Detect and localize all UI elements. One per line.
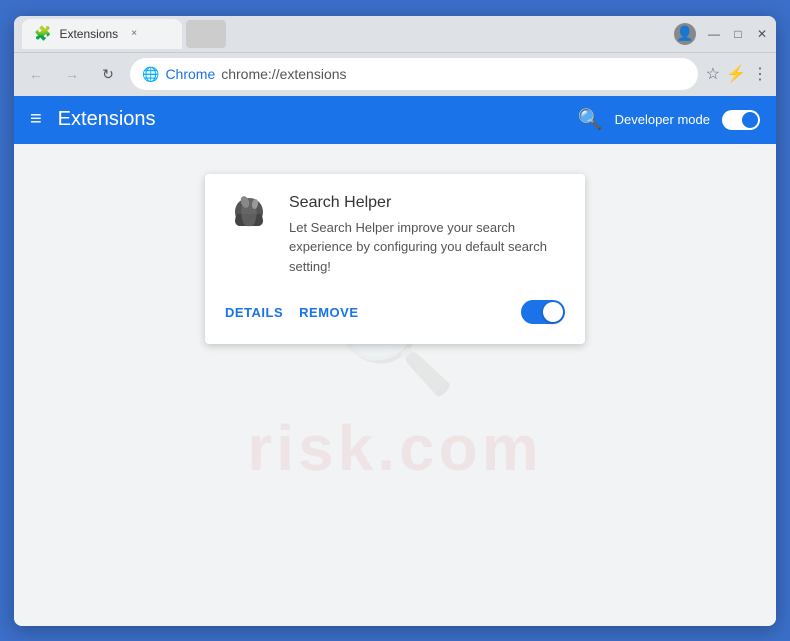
extension-card: Search Helper Let Search Helper improve … [205, 174, 585, 345]
title-bar-left: 🧩 Extensions × [22, 19, 674, 49]
extension-name: Search Helper [289, 194, 565, 212]
extension-buttons: DETAILS REMOVE [225, 301, 359, 324]
cast-icon: ⚡ [726, 64, 746, 84]
profile-icon: 👤 [676, 25, 693, 42]
extensions-header-left: ≡ Extensions [30, 108, 156, 131]
title-bar: 🧩 Extensions × 👤 — □ ✕ [14, 16, 776, 52]
developer-mode-label: Developer mode [615, 112, 710, 127]
url-scheme-label: Chrome [165, 66, 215, 82]
remove-button[interactable]: REMOVE [299, 301, 358, 324]
developer-mode-toggle[interactable] [722, 110, 760, 130]
extension-toggle[interactable] [521, 300, 565, 324]
extension-logo [225, 194, 273, 242]
watermark-text: risk.com [247, 411, 542, 485]
bookmark-button[interactable]: ☆ [706, 64, 720, 84]
developer-mode-toggle-knob [742, 112, 758, 128]
menu-icon[interactable]: ≡ [30, 108, 42, 131]
url-path: chrome://extensions [221, 66, 346, 82]
browser-tab[interactable]: 🧩 Extensions × [22, 19, 182, 49]
extensions-title: Extensions [58, 108, 156, 131]
url-bar[interactable]: 🌐 Chrome chrome://extensions [130, 58, 698, 90]
title-bar-controls: 👤 — □ ✕ [674, 23, 768, 45]
reload-button[interactable]: ↻ [94, 60, 122, 88]
tab-label: Extensions [59, 27, 118, 41]
close-button[interactable]: ✕ [756, 28, 768, 40]
tab-close-button[interactable]: × [126, 26, 142, 42]
profile-button[interactable]: 👤 [674, 23, 696, 45]
extension-card-footer: DETAILS REMOVE [225, 292, 565, 324]
back-button[interactable]: ← [22, 60, 50, 88]
restore-button[interactable]: □ [732, 28, 744, 40]
url-actions: ☆ ⚡ ⋮ [706, 64, 768, 84]
browser-window: 🧩 Extensions × 👤 — □ ✕ ← → ↻ 🌐 Chrome ch… [14, 16, 776, 626]
extension-toggle-knob [543, 302, 563, 322]
more-options-button[interactable]: ⋮ [752, 64, 768, 84]
search-button[interactable]: 🔍 [578, 107, 603, 132]
url-scheme-icon: 🌐 [142, 66, 159, 83]
tab-icon: 🧩 [34, 25, 51, 42]
details-button[interactable]: DETAILS [225, 301, 283, 324]
extension-info: Search Helper Let Search Helper improve … [289, 194, 565, 277]
forward-button[interactable]: → [58, 60, 86, 88]
minimize-button[interactable]: — [708, 28, 720, 40]
address-bar: ← → ↻ 🌐 Chrome chrome://extensions ☆ ⚡ ⋮ [14, 52, 776, 96]
main-content: 🔍 risk.com Search Helper Let Search [14, 144, 776, 626]
extension-description: Let Search Helper improve your search ex… [289, 218, 565, 277]
extensions-header-right: 🔍 Developer mode [578, 107, 760, 132]
new-tab-area [186, 20, 226, 48]
extensions-header: ≡ Extensions 🔍 Developer mode [14, 96, 776, 144]
extension-card-header: Search Helper Let Search Helper improve … [225, 194, 565, 277]
